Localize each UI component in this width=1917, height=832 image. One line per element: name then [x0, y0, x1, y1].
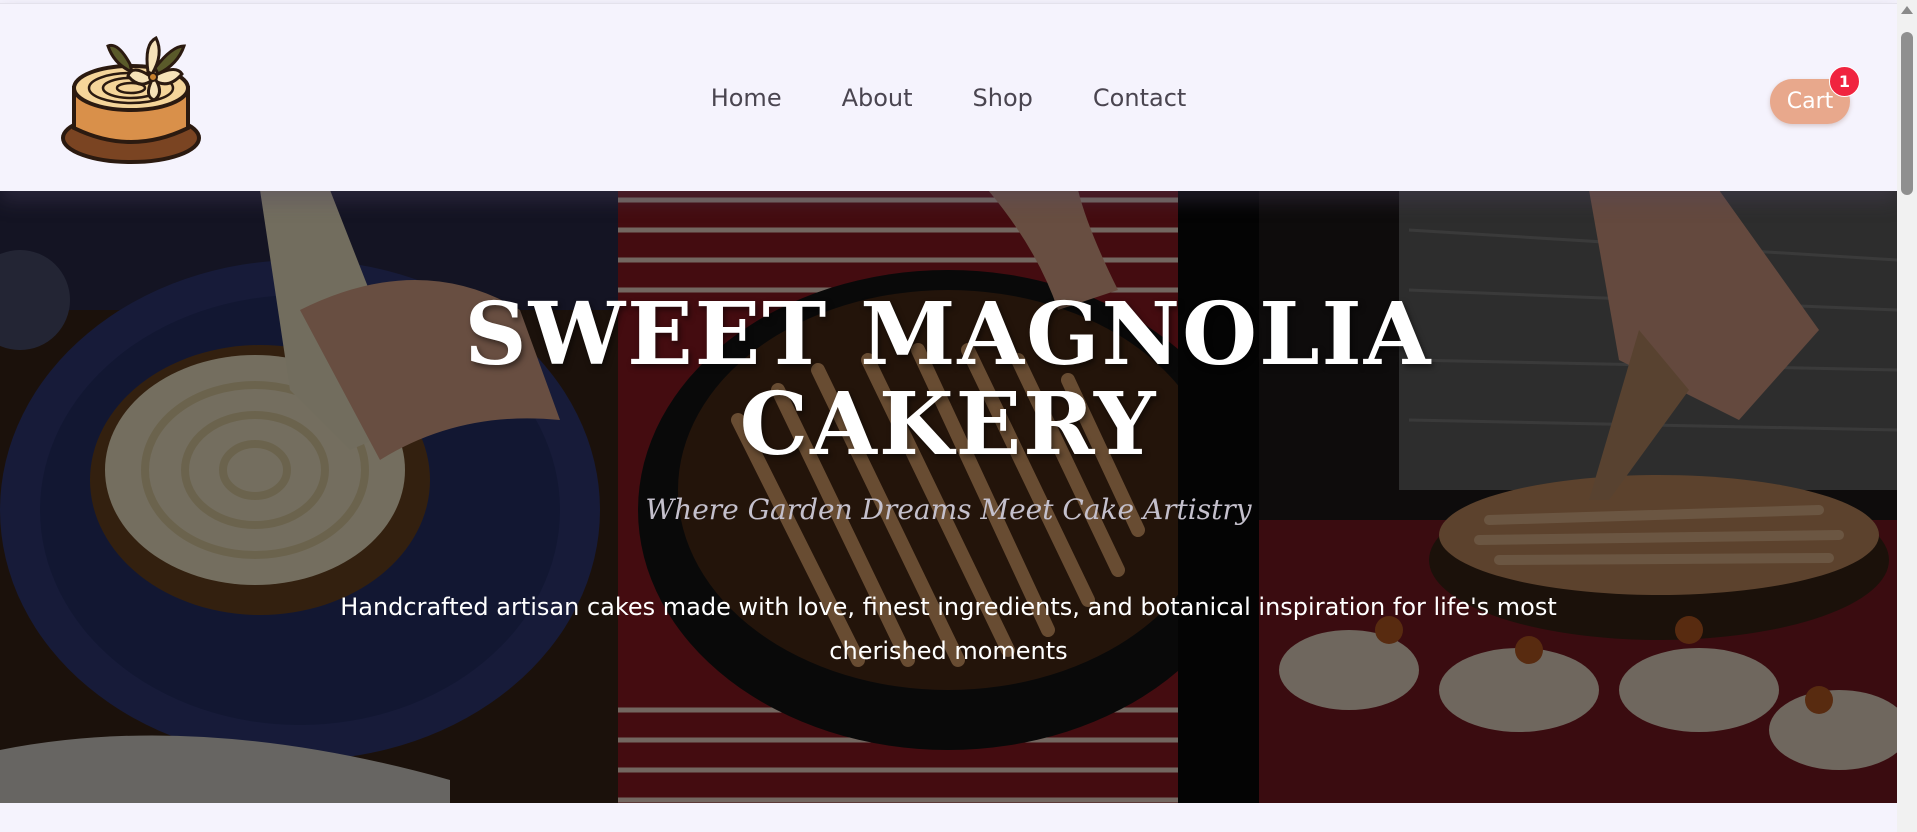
nav-shop-link[interactable]: Shop [943, 76, 1063, 120]
scroll-thumb[interactable] [1901, 32, 1913, 195]
hero-content: SWEET MAGNOLIA CAKERY Where Garden Dream… [0, 190, 1897, 803]
hero-title-line-1: SWEET MAGNOLIA [464, 284, 1433, 385]
hero-tagline: Where Garden Dreams Meet Cake Artistry [645, 493, 1252, 526]
scroll-up-arrow-icon[interactable] [1901, 6, 1913, 14]
page-scrollbar[interactable] [1897, 0, 1917, 832]
hero-section: SWEET MAGNOLIA CAKERY Where Garden Dream… [0, 190, 1897, 803]
site-header: Home About Shop Contact Cart 1 [0, 3, 1897, 191]
hero-title-line-2: CAKERY [739, 374, 1158, 475]
page-viewport: Home About Shop Contact Cart 1 SWEET MAG… [0, 0, 1897, 832]
main-nav: Home About Shop Contact [0, 4, 1897, 191]
nav-home-link[interactable]: Home [681, 76, 812, 120]
hero-description-line-1: Handcrafted artisan cakes made with love… [340, 593, 1557, 621]
nav-about-link[interactable]: About [812, 76, 943, 120]
nav-contact-link[interactable]: Contact [1063, 76, 1216, 120]
cart-count-badge: 1 [1829, 66, 1860, 97]
hero-title: SWEET MAGNOLIA CAKERY [0, 290, 1897, 470]
hero-description-line-2: cherished moments [829, 637, 1068, 665]
hero-description: Handcrafted artisan cakes made with love… [330, 585, 1567, 673]
